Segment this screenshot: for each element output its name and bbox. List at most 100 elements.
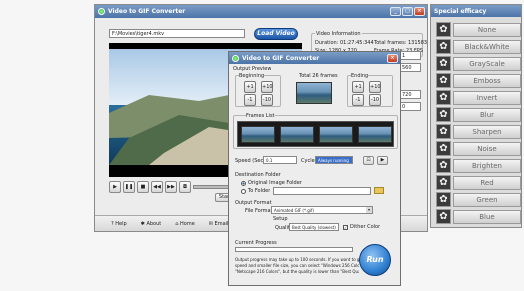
effect-label: Brighten bbox=[453, 158, 521, 173]
next-frame-button[interactable]: ▶▶ bbox=[165, 181, 177, 193]
effects-title: Special efficacy bbox=[434, 7, 487, 15]
effect-item-noise[interactable]: ✿ Noise bbox=[436, 141, 521, 156]
flower-icon: ✿ bbox=[436, 158, 451, 173]
flower-icon: ✿ bbox=[436, 124, 451, 139]
file-path-field[interactable]: F:\Movies\tiger4.mkv bbox=[109, 29, 245, 38]
about-link[interactable]: ✱ About bbox=[141, 221, 162, 227]
flower-icon: ✿ bbox=[436, 73, 451, 88]
previous-frame-button[interactable]: ◀◀ bbox=[151, 181, 163, 193]
maximize-button[interactable]: □ bbox=[402, 7, 413, 16]
beginning-plus1-button[interactable]: +1 bbox=[244, 81, 256, 93]
flower-icon: ✿ bbox=[436, 209, 451, 224]
flower-icon: ✿ bbox=[436, 39, 451, 54]
total-frames-label: Total 26 frames bbox=[299, 73, 338, 79]
frames-list-label: Frames List bbox=[246, 113, 275, 119]
effect-item-red[interactable]: ✿ Red bbox=[436, 175, 521, 190]
speed-select[interactable]: 0.1 bbox=[263, 156, 297, 164]
effect-label: Black&White bbox=[453, 39, 521, 54]
main-title: Video to GIF Converter bbox=[108, 8, 186, 15]
file-format-value: Animated GIF (*.gif) bbox=[274, 208, 314, 213]
note-line-3: "Netscape 216 Colors", but the quality i… bbox=[235, 269, 359, 274]
folder-path-field[interactable] bbox=[273, 187, 371, 195]
preview-play-button[interactable]: ▶ bbox=[377, 156, 388, 165]
email-link[interactable]: ✉ Email bbox=[209, 221, 229, 227]
radio-selected-icon bbox=[241, 180, 246, 186]
effect-item-invert[interactable]: ✿ Invert bbox=[436, 90, 521, 105]
ending-plus10-button[interactable]: +10 bbox=[369, 81, 381, 93]
side-value-3[interactable]: 720 bbox=[399, 90, 421, 99]
effect-item-blue[interactable]: ✿ Blue bbox=[436, 209, 521, 224]
flower-icon: ✿ bbox=[436, 175, 451, 190]
play-button[interactable]: ▶ bbox=[109, 181, 121, 193]
effect-item-green[interactable]: ✿ Green bbox=[436, 192, 521, 207]
original-folder-radio[interactable]: Original Image Folder bbox=[241, 180, 302, 186]
dialog-titlebar: Video to GIF Converter × bbox=[229, 52, 400, 64]
snapshot-button[interactable]: ◘ bbox=[179, 181, 191, 193]
checkbox-checked-icon: ✓ bbox=[343, 224, 348, 230]
help-link[interactable]: ? Help bbox=[111, 221, 127, 227]
dialog-close-button[interactable]: × bbox=[387, 53, 398, 63]
run-button[interactable]: Run bbox=[359, 244, 391, 276]
side-value-2[interactable]: 560 bbox=[399, 63, 421, 72]
pause-button[interactable]: ❚❚ bbox=[123, 181, 135, 193]
frame-thumbnail[interactable] bbox=[280, 126, 314, 143]
duration-text: Duration: 01:27:45:344 bbox=[315, 40, 374, 46]
output-format-heading: Output Format bbox=[235, 200, 272, 206]
setup-label[interactable]: Setup bbox=[273, 216, 288, 222]
preview-image bbox=[296, 82, 332, 104]
progress-bar bbox=[235, 247, 353, 252]
frame-thumbnail[interactable] bbox=[358, 126, 392, 143]
frame-thumbnail[interactable] bbox=[319, 126, 353, 143]
side-value-1[interactable]: 1 bbox=[399, 51, 421, 60]
effect-label: Emboss bbox=[453, 73, 521, 88]
effect-label: Noise bbox=[453, 141, 521, 156]
ending-minus10-button[interactable]: -10 bbox=[369, 94, 381, 106]
stop-button[interactable]: ■ bbox=[137, 181, 149, 193]
minimize-button[interactable]: _ bbox=[390, 7, 401, 16]
flower-icon: ✿ bbox=[436, 192, 451, 207]
flower-icon: ✿ bbox=[436, 107, 451, 122]
effect-item-none[interactable]: ✿ None bbox=[436, 22, 521, 37]
quality-select[interactable]: Best Quality (slowest) bbox=[289, 223, 339, 231]
frame-thumbnail[interactable] bbox=[241, 126, 275, 143]
effect-label: Blur bbox=[453, 107, 521, 122]
effect-label: None bbox=[453, 22, 521, 37]
effects-titlebar: Special efficacy bbox=[431, 5, 521, 17]
ending-minus1-button[interactable]: -1 bbox=[352, 94, 364, 106]
app-icon bbox=[98, 8, 105, 15]
dialog-title: Video to GIF Converter bbox=[242, 54, 320, 62]
original-folder-label: Original Image Folder bbox=[248, 180, 302, 186]
frames-list-group: Frames List bbox=[233, 113, 398, 149]
frames-strip[interactable] bbox=[237, 121, 394, 147]
effect-label: Red bbox=[453, 175, 521, 190]
to-folder-label: To Folder bbox=[248, 188, 271, 194]
beginning-minus10-button[interactable]: -10 bbox=[261, 94, 273, 106]
home-link[interactable]: ⌂ Home bbox=[175, 221, 195, 227]
chevron-down-icon: ▾ bbox=[366, 207, 372, 213]
effect-item-black-white[interactable]: ✿ Black&White bbox=[436, 39, 521, 54]
effect-item-sharpen[interactable]: ✿ Sharpen bbox=[436, 124, 521, 139]
side-value-4[interactable]: 0 bbox=[399, 102, 421, 111]
browse-folder-icon[interactable] bbox=[374, 187, 384, 194]
load-video-button[interactable]: Load Video bbox=[254, 28, 298, 40]
radio-empty-icon bbox=[241, 188, 246, 194]
email-link-label: Email bbox=[214, 220, 229, 227]
about-link-label: About bbox=[146, 220, 162, 227]
effect-item-grayscale[interactable]: ✿ GrayScale bbox=[436, 56, 521, 71]
cycle-select[interactable]: Always running bbox=[315, 156, 353, 164]
cycle-option-button[interactable]: ⊡ bbox=[363, 156, 374, 165]
note-line-1: Output progress may take up to 100 secon… bbox=[235, 257, 359, 262]
ending-plus1-button[interactable]: +1 bbox=[352, 81, 364, 93]
to-folder-radio[interactable]: To Folder bbox=[241, 188, 270, 194]
dither-checkbox[interactable]: ✓ Dither Color bbox=[343, 224, 380, 230]
effect-item-emboss[interactable]: ✿ Emboss bbox=[436, 73, 521, 88]
effect-item-blur[interactable]: ✿ Blur bbox=[436, 107, 521, 122]
beginning-minus1-button[interactable]: -1 bbox=[244, 94, 256, 106]
beginning-plus10-button[interactable]: +10 bbox=[261, 81, 273, 93]
ending-label: Ending bbox=[351, 73, 369, 79]
destination-heading: Destination Folder bbox=[235, 172, 281, 178]
close-button[interactable]: × bbox=[414, 7, 425, 16]
flower-icon: ✿ bbox=[436, 22, 451, 37]
effect-item-brighten[interactable]: ✿ Brighten bbox=[436, 158, 521, 173]
file-format-select[interactable]: Animated GIF (*.gif) ▾ bbox=[271, 206, 373, 214]
